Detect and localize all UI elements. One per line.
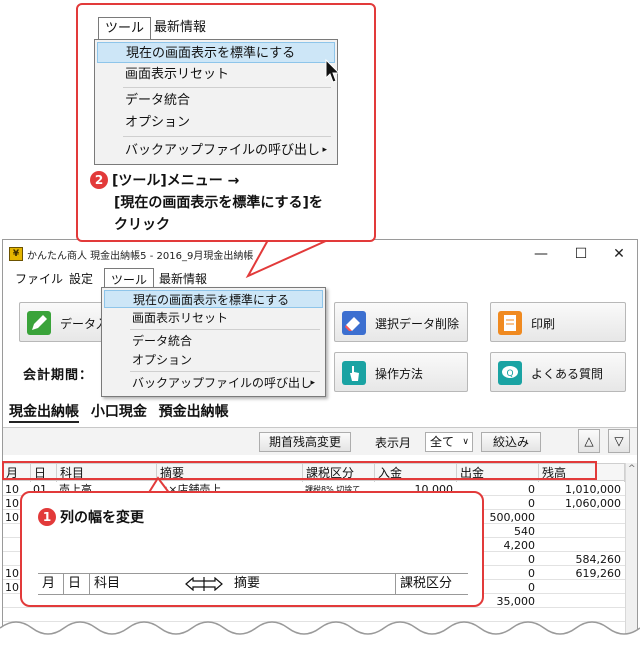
delete-selected-button[interactable]: 選択データ削除 (334, 302, 468, 342)
zoomed-item-set-default-view: 現在の画面表示を標準にする (97, 42, 335, 63)
step2-instruction: 2 [ツール]メニュー → [現在の画面表示を標準にする]を クリック (90, 170, 370, 236)
step2-line2: [現在の画面表示を標準にする]を (114, 195, 323, 211)
callout-pointer (245, 239, 329, 279)
step2-line3: クリック (114, 217, 170, 233)
hand-icon (342, 361, 366, 385)
step1-title: 1 列の幅を変更 (38, 507, 144, 527)
scroll-up-icon[interactable]: ^ (628, 464, 636, 474)
menuitem-reset-view[interactable]: 画面表示リセット (104, 309, 323, 327)
menu-separator (130, 371, 320, 372)
zoomed-dropdown: 現在の画面表示を標準にする 画面表示リセット データ統合 オプション バックアッ… (94, 39, 338, 165)
menuitem-options[interactable]: オプション (104, 351, 323, 369)
move-down-button[interactable]: ▽ (608, 429, 630, 453)
zoomed-column-header: 月 日 科目 摘要 課税区分 (38, 573, 468, 595)
tools-dropdown-menu: 現在の画面表示を標準にする 画面表示リセット データ統合 オプション バックアッ… (101, 287, 326, 397)
zoomed-col-tax-class: 課税区分 (400, 576, 453, 591)
close-button[interactable]: ✕ (599, 242, 637, 266)
step1-badge: 1 (38, 508, 56, 526)
menu-settings[interactable]: 設定 (63, 268, 99, 290)
svg-text:Q: Q (506, 369, 513, 379)
period-label: 会計期間： (23, 368, 94, 383)
maximize-button[interactable]: ☐ (561, 242, 601, 266)
faq-button[interactable]: Q よくある質問 (490, 352, 626, 392)
menuitem-load-backup[interactable]: バックアップファイルの呼び出し ▸ (104, 374, 323, 392)
filter-row: 期首残高変更 表示月 全て ∨ 絞込み △ ▽ (3, 427, 637, 455)
month-select-value: 全て (430, 435, 455, 449)
zoomed-item-reset-view: 画面表示リセット (125, 67, 230, 82)
step2-line1: [ツール]メニュー → (112, 173, 240, 189)
header-highlight-frame (2, 461, 597, 480)
how-to-label: 操作方法 (375, 367, 424, 381)
question-bubble-icon: Q (498, 361, 522, 385)
cell-balance (541, 595, 621, 608)
zoomed-item-merge-data: データ統合 (125, 93, 191, 108)
zoomed-item-load-backup: バックアップファイルの呼び出し ▸ (97, 140, 335, 161)
column-width-callout: 1 列の幅を変更 月 日 科目 摘要 課税区分 (20, 491, 484, 607)
submenu-arrow-icon: ▸ (310, 378, 315, 388)
faq-label: よくある質問 (531, 367, 604, 381)
zoomed-menu: ツール 最新情報 現在の画面表示を標準にする 画面表示リセット データ統合 オプ… (92, 13, 342, 165)
data-input-button[interactable]: データ入 (19, 302, 108, 342)
display-month-label: 表示月 (375, 436, 412, 450)
cell-balance (541, 581, 621, 594)
minimize-button[interactable]: — (521, 242, 561, 266)
cell-balance (541, 525, 621, 538)
menuitem-set-default-view[interactable]: 現在の画面表示を標準にする (104, 290, 323, 308)
column-resize-icon (185, 577, 223, 591)
zoomed-item-options: オプション (125, 115, 191, 130)
cell-balance: 1,060,000 (565, 497, 621, 510)
step2-badge: 2 (90, 171, 108, 189)
window-title: かんたん商人 現金出納帳5 - 2016_9月現金出納帳 (27, 251, 254, 262)
print-sheet-icon (498, 311, 522, 335)
menu-separator (130, 329, 320, 330)
print-button[interactable]: 印刷 (490, 302, 626, 342)
cell-balance: 584,260 (575, 553, 622, 566)
chevron-down-icon: ∨ (462, 437, 469, 447)
eraser-icon (342, 311, 366, 335)
print-label: 印刷 (531, 317, 556, 331)
cell-balance (541, 539, 621, 552)
cell-balance (541, 511, 621, 524)
tab-cash-ledger[interactable]: 現金出納帳 (9, 401, 79, 423)
move-up-button[interactable]: △ (578, 429, 600, 453)
zoomed-col-day: 日 (64, 574, 90, 594)
zoom-callout: ツール 最新情報 現在の画面表示を標準にする 画面表示リセット データ統合 オプ… (76, 3, 376, 242)
opening-balance-button[interactable]: 期首残高変更 (259, 432, 351, 452)
tab-bank-ledger[interactable]: 預金出納帳 (159, 401, 229, 421)
menu-file[interactable]: ファイル (9, 268, 69, 290)
step1-title-text: 列の幅を変更 (60, 510, 144, 526)
zoomed-separator (123, 87, 331, 88)
tab-petty-cash[interactable]: 小口現金 (91, 401, 147, 421)
zoomed-col-account: 科目 (94, 576, 121, 591)
zoomed-menu-tools: ツール (98, 17, 152, 39)
cell-balance: 1,010,000 (565, 483, 621, 496)
delete-selected-label: 選択データ削除 (375, 317, 460, 331)
torn-edge-decoration (0, 621, 640, 653)
menuitem-merge-data[interactable]: データ統合 (104, 332, 323, 350)
zoomed-menu-news: 最新情報 (154, 20, 207, 35)
zoomed-item-load-backup-label: バックアップファイルの呼び出し (125, 143, 321, 158)
ledger-tabs: 現金出納帳 小口現金 預金出納帳 (9, 401, 237, 423)
month-select[interactable]: 全て ∨ (425, 432, 473, 452)
menuitem-load-backup-label: バックアップファイルの呼び出し (132, 376, 313, 390)
submenu-arrow-icon: ▸ (322, 145, 327, 155)
zoomed-separator (123, 136, 331, 137)
zoomed-col-month: 月 (38, 574, 64, 594)
cell-balance: 619,260 (575, 567, 622, 580)
mouse-cursor-icon (325, 58, 341, 83)
how-to-button[interactable]: 操作方法 (334, 352, 468, 392)
pencil-icon (27, 311, 51, 335)
app-logo-icon: ¥ (9, 247, 23, 261)
filter-button[interactable]: 絞込み (481, 432, 541, 452)
